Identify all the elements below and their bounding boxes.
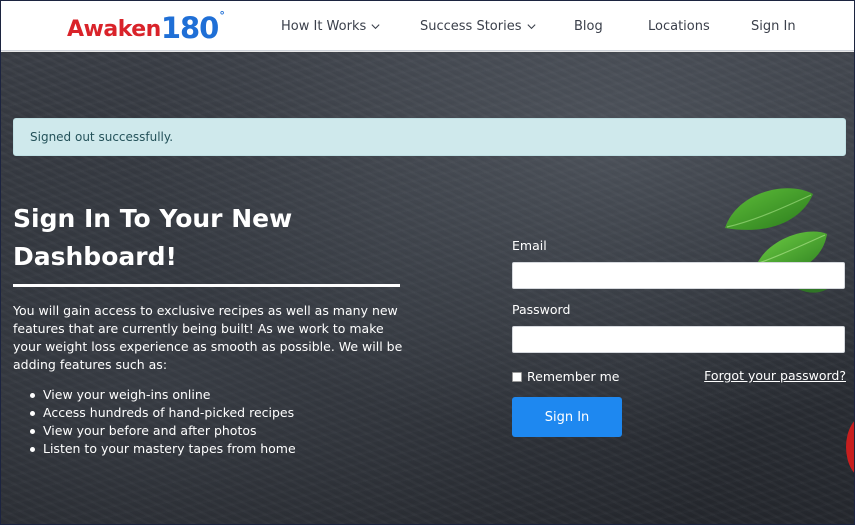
chevron-down-icon <box>526 23 536 29</box>
signout-alert: Signed out successfully. <box>13 118 846 156</box>
chevron-down-icon <box>371 23 380 29</box>
nav-sign-in[interactable]: Sign In <box>751 16 796 36</box>
sign-in-button[interactable]: Sign In <box>512 397 622 437</box>
bullet-icon <box>30 429 35 434</box>
remember-me[interactable]: Remember me <box>512 369 619 384</box>
feature-text: Access hundreds of hand-picked recipes <box>43 405 295 420</box>
page-title: Sign In To Your New Dashboard! <box>13 204 293 271</box>
hero-background: Signed out successfully. Sign In To Your… <box>1 52 854 524</box>
nav-blog-label: Blog <box>574 18 603 34</box>
bullet-icon <box>30 411 35 416</box>
feature-item: View your before and after photos <box>13 422 413 440</box>
brand-logo[interactable]: Awaken 180 ° <box>67 9 225 43</box>
feature-text: View your weigh-ins online <box>43 387 211 402</box>
nav-how-it-works[interactable]: How It Works <box>281 16 381 36</box>
forgot-password-link[interactable]: Forgot your password? <box>704 368 846 383</box>
bullet-icon <box>30 393 35 398</box>
feature-item: View your weigh-ins online <box>13 386 413 404</box>
feature-list: View your weigh-ins online Access hundre… <box>13 386 413 458</box>
logo-degree: ° <box>219 9 225 22</box>
password-field[interactable] <box>512 326 845 353</box>
bullet-icon <box>30 447 35 452</box>
email-label: Email <box>512 238 547 253</box>
nav-success-stories-label: Success Stories <box>420 18 522 34</box>
nav-locations-label: Locations <box>648 18 710 34</box>
feature-item: Listen to your mastery tapes from home <box>13 440 413 458</box>
tomato-icon <box>846 421 854 473</box>
remember-checkbox[interactable] <box>512 371 522 382</box>
logo-word: Awaken <box>67 17 161 42</box>
email-field[interactable] <box>512 262 845 289</box>
nav-success-stories[interactable]: Success Stories <box>420 16 537 36</box>
nav-how-it-works-label: How It Works <box>281 18 367 34</box>
feature-text: View your before and after photos <box>43 423 257 438</box>
alert-message: Signed out successfully. <box>30 130 174 144</box>
page-frame: Awaken 180 ° How It Works Success Storie… <box>0 0 855 525</box>
remember-label: Remember me <box>527 369 620 384</box>
feature-text: Listen to your mastery tapes from home <box>43 441 296 456</box>
nav-sign-in-label: Sign In <box>751 18 796 34</box>
nav-locations[interactable]: Locations <box>648 16 710 36</box>
nav-blog[interactable]: Blog <box>574 16 603 36</box>
password-label: Password <box>512 302 571 317</box>
intro-description: You will gain access to exclusive recipe… <box>13 303 403 372</box>
title-divider <box>13 284 400 287</box>
logo-number: 180 <box>160 11 220 45</box>
site-header: Awaken 180 ° How It Works Success Storie… <box>1 1 854 51</box>
feature-item: Access hundreds of hand-picked recipes <box>13 404 413 422</box>
